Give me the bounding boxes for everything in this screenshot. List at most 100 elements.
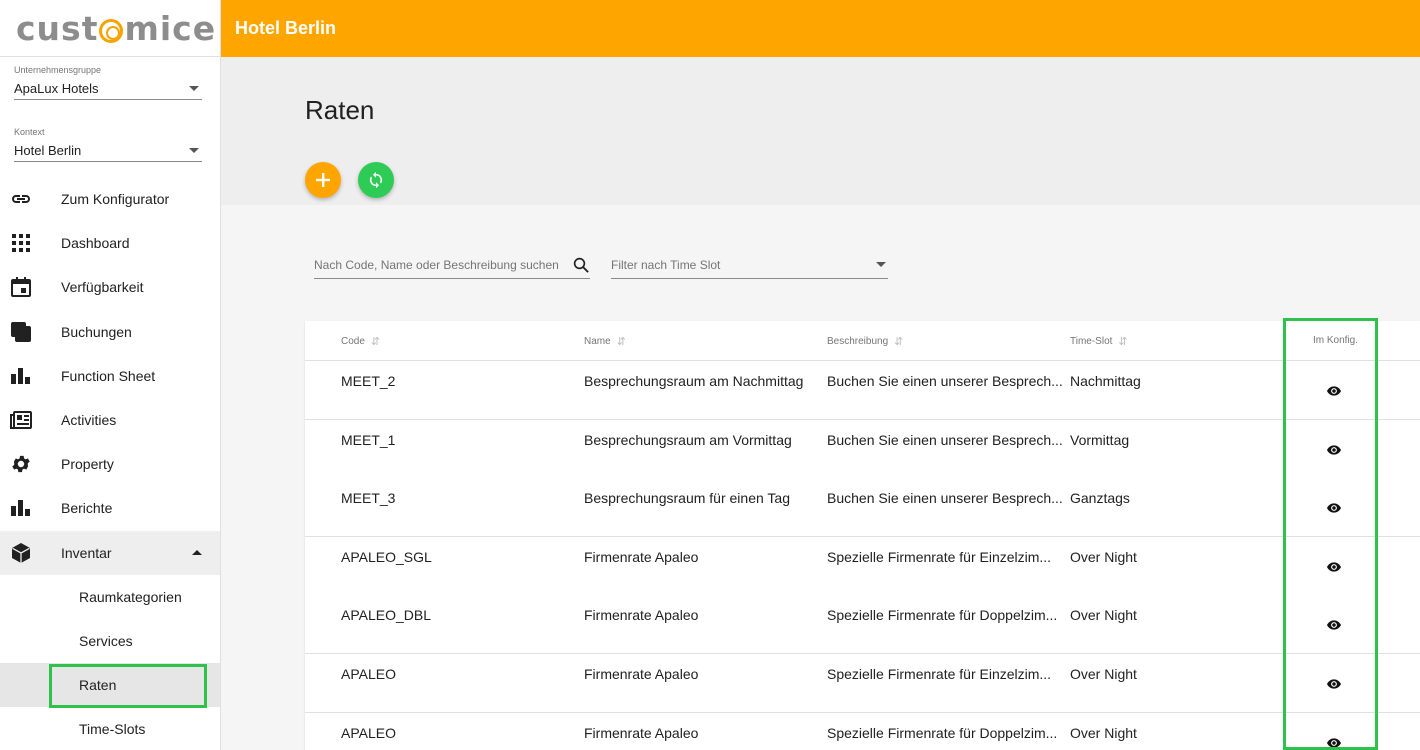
sidebar-item-label: Inventar [61,544,112,561]
page-title: Raten [305,95,375,125]
cell-description: Buchen Sie einen unserer Besprech... [827,432,1063,448]
search-placeholder: Nach Code, Name oder Beschreibung suchen [314,257,559,272]
sidebar-item-label: Berichte [61,500,113,517]
sidebar-subitem-label: Services [79,632,133,649]
link-icon [10,188,32,210]
table-row[interactable]: MEET_1 Besprechungsraum am Vormittag Buc… [305,420,1420,478]
cell-timeslot: Ganztags [1070,490,1130,506]
newspaper-icon [10,409,32,431]
sidebar-subitem-time-slots[interactable]: Time-Slots [0,707,220,750]
group-select[interactable]: Unternehmensgruppe ApaLux Hotels [0,57,220,123]
column-header-code[interactable]: Code ⇵ [341,335,380,348]
cell-name: Firmenrate Apaleo [584,607,699,623]
top-app-bar: Hotel Berlin [221,0,1420,57]
table-row[interactable]: APALEO_SGL Firmenrate Apaleo Spezielle F… [305,537,1420,595]
sidebar-item-function-sheet[interactable]: Function Sheet [0,354,220,398]
add-button[interactable] [305,162,341,198]
cell-name: Besprechungsraum am Vormittag [584,432,792,448]
context-select-box[interactable]: Hotel Berlin [14,140,202,162]
cell-code: APALEO [341,725,396,741]
eye-icon[interactable] [1327,562,1341,572]
table-row[interactable]: MEET_3 Besprechungsraum für einen Tag Bu… [305,478,1420,536]
sidebar-item-activities[interactable]: Activities [0,398,220,442]
cell-description: Buchen Sie einen unserer Besprech... [827,490,1063,506]
calendar-icon [10,276,32,298]
sidebar-item-label: Buchungen [61,323,132,340]
sidebar-item-label: Activities [61,412,117,429]
caret-down-icon [876,262,886,267]
eye-icon[interactable] [1327,503,1341,513]
logo-text: cust mice [16,8,217,48]
eye-icon[interactable] [1327,620,1341,630]
column-header-label: Im Konfig. [1313,335,1359,346]
filter-placeholder: Filter nach Time Slot [611,257,721,272]
eye-icon[interactable] [1327,386,1341,396]
column-header-label: Code [341,336,365,347]
table-row[interactable]: APALEO Firmenrate Apaleo Spezielle Firme… [305,713,1420,750]
box-icon [10,542,32,564]
column-header-in-config: Im Konfig. [1313,335,1358,346]
hotel-title: Hotel Berlin [235,18,337,38]
cell-description: Spezielle Firmenrate für Doppelzim... [827,607,1058,623]
rates-table: Code ⇵ Name ⇵ Beschreibung ⇵ Time-Slot ⇵… [305,321,1420,750]
eye-icon[interactable] [1327,679,1341,689]
sidebar-item-label: Property [61,456,114,473]
cell-timeslot: Over Night [1070,666,1137,682]
eye-icon[interactable] [1327,445,1341,455]
cell-description: Spezielle Firmenrate für Doppelzim... [827,725,1058,741]
column-header-description[interactable]: Beschreibung ⇵ [827,335,903,348]
cell-timeslot: Nachmittag [1070,373,1141,389]
cell-timeslot: Over Night [1070,549,1137,565]
cell-description: Spezielle Firmenrate für Einzelzim... [827,666,1052,682]
cell-name: Firmenrate Apaleo [584,549,699,565]
column-header-timeslot[interactable]: Time-Slot ⇵ [1070,335,1128,348]
eye-icon[interactable] [1327,738,1341,748]
sidebar-subitem-raumkategorien[interactable]: Raumkategorien [0,575,220,619]
copy-icon [10,321,32,343]
table-row[interactable]: APALEO_DBL Firmenrate Apaleo Spezielle F… [305,595,1420,653]
cell-code: APALEO_DBL [341,607,432,623]
cell-timeslot: Over Night [1070,725,1137,741]
search-input[interactable]: Nach Code, Name oder Beschreibung suchen [314,251,590,279]
table-row[interactable]: MEET_2 Besprechungsraum am Nachmittag Bu… [305,361,1420,420]
bar-chart-icon [10,497,32,519]
sidebar-item-property[interactable]: Property [0,442,220,486]
chevron-up-icon[interactable] [192,550,202,556]
cell-name: Firmenrate Apaleo [584,725,699,741]
sidebar-item-label: Zum Konfigurator [61,191,170,208]
cell-code: APALEO [341,666,396,682]
group-select-box[interactable]: ApaLux Hotels [14,78,202,100]
sidebar-item-konfigurator[interactable]: Zum Konfigurator [0,177,220,221]
sidebar-item-buchungen[interactable]: Buchungen [0,310,220,354]
cell-description: Spezielle Firmenrate für Einzelzim... [827,549,1052,565]
customice-logo[interactable]: cust mice [0,0,220,57]
bar-chart-icon [10,365,32,387]
plus-icon [316,173,330,187]
timeslot-filter-select[interactable]: Filter nach Time Slot [611,251,888,279]
sidebar-item-verfuegbarkeit[interactable]: Verfügbarkeit [0,265,220,309]
sync-icon [369,171,383,189]
table-header: Code ⇵ Name ⇵ Beschreibung ⇵ Time-Slot ⇵… [305,321,1420,361]
cell-code: MEET_2 [341,373,396,389]
table-row[interactable]: APALEO Firmenrate Apaleo Spezielle Firme… [305,654,1420,712]
refresh-button[interactable] [358,162,394,198]
sidebar-subitem-services[interactable]: Services [0,619,220,663]
cell-timeslot: Over Night [1070,607,1137,623]
cell-timeslot: Vormittag [1070,432,1130,448]
grid-icon [10,232,32,254]
sidebar-item-dashboard[interactable]: Dashboard [0,221,220,265]
sort-icon: ⇵ [1118,336,1128,348]
group-select-value: ApaLux Hotels [14,81,99,96]
context-select[interactable]: Kontext Hotel Berlin [0,119,220,185]
cell-name: Besprechungsraum für einen Tag [584,490,790,506]
context-select-value: Hotel Berlin [14,143,82,158]
sort-icon: ⇵ [370,336,381,348]
gear-icon [10,453,32,475]
cell-description: Buchen Sie einen unserer Besprech... [827,373,1063,389]
sidebar-item-berichte[interactable]: Berichte [0,486,220,530]
column-header-name[interactable]: Name ⇵ [584,335,626,348]
search-icon[interactable] [572,256,590,274]
column-header-label: Time-Slot [1070,336,1113,347]
group-select-label: Unternehmensgruppe [14,65,102,75]
sidebar-item-inventar[interactable]: Inventar [0,530,220,575]
